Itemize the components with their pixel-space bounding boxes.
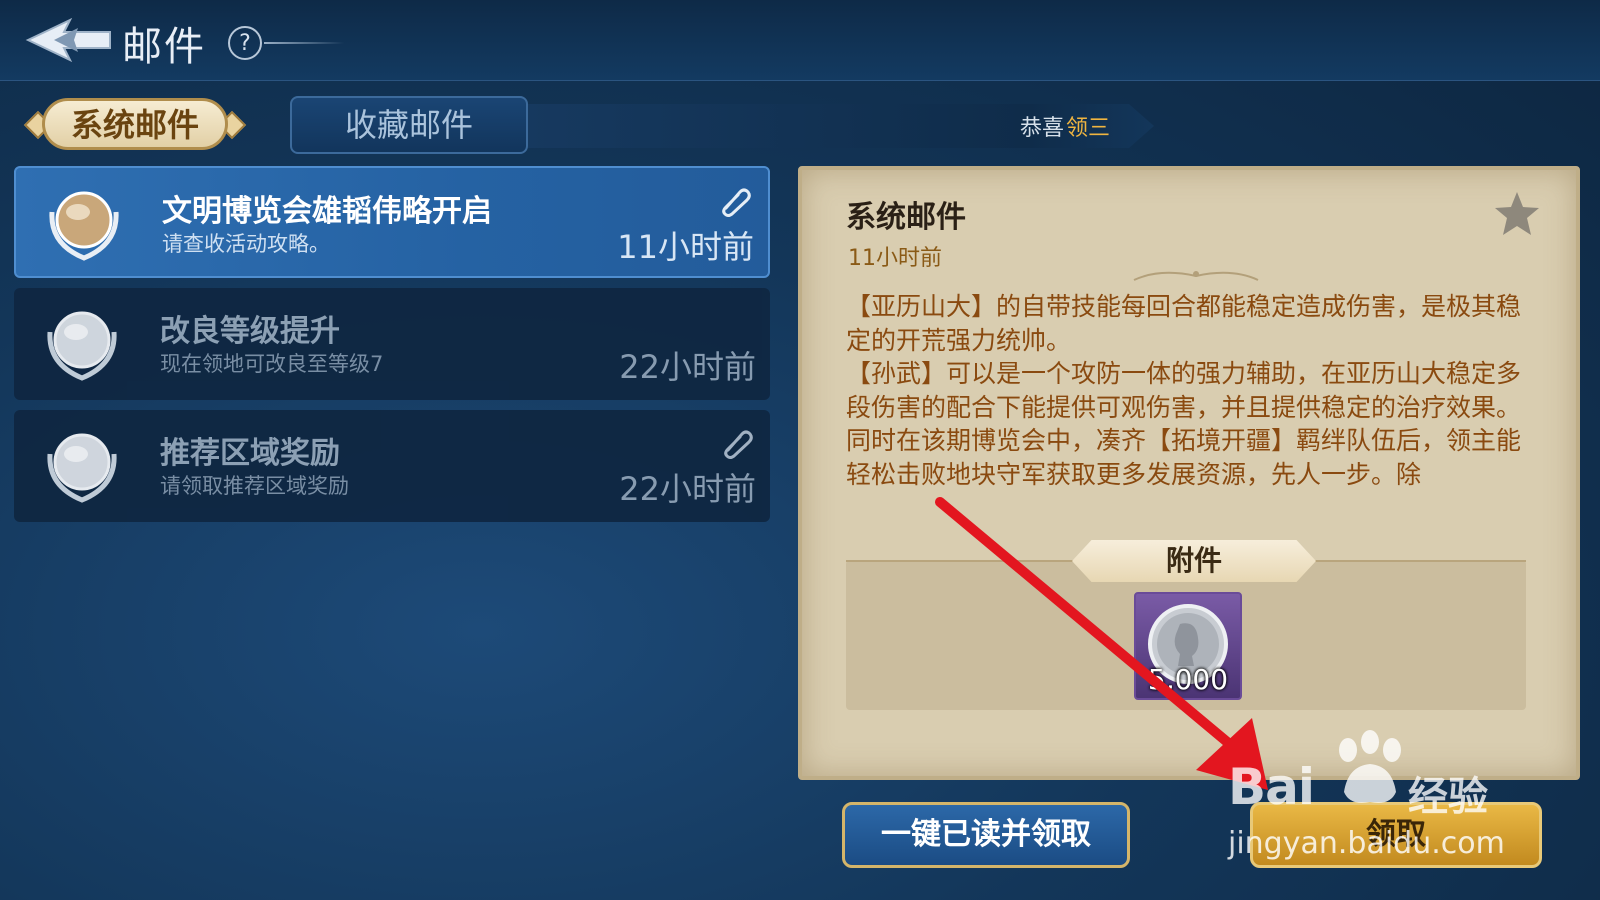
back-arrow-icon[interactable]	[24, 14, 114, 66]
globe-medal-icon	[47, 311, 117, 381]
body-paragraph: 【亚历山大】的自带技能每回合都能稳定造成伤害，是极其稳定的开荒强力统帅。	[846, 292, 1522, 355]
mail-subtitle: 请领取推荐区域奖励	[160, 474, 349, 498]
mail-item[interactable]: 推荐区域奖励 请领取推荐区域奖励 22小时前	[14, 410, 770, 522]
mail-subtitle: 现在领地可改良至等级7	[160, 352, 384, 376]
attachment-label: 附件	[1165, 544, 1222, 577]
mail-item[interactable]: 改良等级提升 现在领地可改良至等级7 22小时前	[14, 288, 770, 400]
read-all-and-claim-button[interactable]: 一键已读并领取	[842, 802, 1130, 868]
help-icon[interactable]: ?	[228, 26, 262, 60]
mail-title: 推荐区域奖励	[160, 436, 340, 471]
paperclip-icon	[722, 188, 751, 217]
mail-item[interactable]: 文明博览会雄韬伟略开启 请查收活动攻略。 11小时前	[14, 166, 770, 278]
paw-logo-icon	[1339, 730, 1401, 803]
item-count: 5,000	[1147, 663, 1229, 696]
mail-time: 11小时前	[617, 228, 754, 266]
mail-title: 文明博览会雄韬伟略开启	[162, 194, 492, 229]
body-paragraph: 同时在该期博览会中，凑齐【拓境开疆】羁绊队伍后，领主能轻松击败地块守军获取更多发…	[846, 426, 1522, 489]
ticker-highlight-text: 领三	[1066, 116, 1111, 141]
tab-label: 收藏邮件	[344, 106, 473, 144]
tab-system-mail[interactable]: 系统邮件	[23, 96, 247, 154]
tab-favorite-mail[interactable]: 收藏邮件	[290, 96, 528, 154]
body-paragraph: 【孙武】可以是一个攻防一体的强力辅助，在亚历山大稳定多段伤害的配合下能提供可观伤…	[846, 359, 1522, 422]
detail-time: 11小时前	[848, 246, 942, 271]
scroll-ornament-icon	[1133, 271, 1259, 281]
attachment-item[interactable]: 5,000	[1134, 592, 1242, 700]
ticker-text: 恭喜	[1020, 116, 1065, 141]
watermark-brand: Bai	[1228, 758, 1315, 816]
divider	[264, 42, 344, 44]
detail-title: 系统邮件	[846, 200, 966, 235]
tab-label: 系统邮件	[70, 106, 199, 144]
mail-body: 【亚历山大】的自带技能每回合都能稳定造成伤害，是极其稳定的开荒强力统帅。 【孙武…	[846, 290, 1526, 522]
watermark-url: jingyan.baidu.com	[1228, 826, 1505, 861]
mail-subtitle: 请查收活动攻略。	[162, 232, 330, 256]
attachment-header: 附件	[1052, 538, 1336, 584]
globe-medal-icon	[47, 433, 117, 503]
globe-medal-icon	[49, 191, 119, 261]
watermark-text: 经验	[1408, 774, 1488, 820]
mail-time: 22小时前	[619, 348, 756, 386]
mail-title: 改良等级提升	[160, 314, 340, 349]
page-title: 邮件	[122, 24, 206, 70]
paperclip-icon	[724, 430, 753, 459]
favorite-star-icon[interactable]	[1492, 190, 1542, 238]
mail-time: 22小时前	[619, 470, 756, 508]
